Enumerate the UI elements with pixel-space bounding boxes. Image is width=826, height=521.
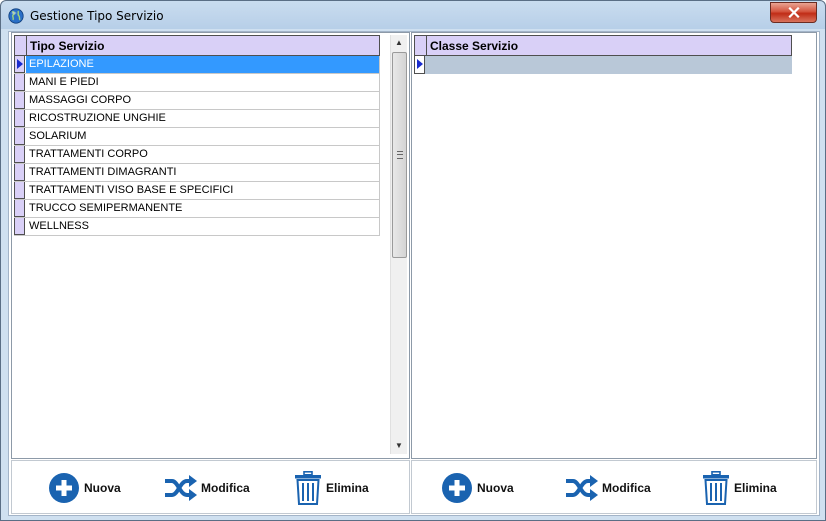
nuova-button[interactable]: Nuova — [441, 471, 514, 505]
row-cell[interactable]: MASSAGGI CORPO — [26, 92, 380, 109]
table-row[interactable]: RICOSTRUZIONE UNGHIE — [14, 110, 380, 128]
modifica-button[interactable]: Modifica — [564, 471, 651, 505]
modifica-button[interactable]: Modifica — [163, 471, 250, 505]
nuova-label: Nuova — [477, 481, 514, 495]
row-header[interactable] — [14, 182, 25, 199]
table-row[interactable]: TRATTAMENTI DIMAGRANTI — [14, 164, 380, 182]
trash-icon — [295, 471, 321, 505]
trash-icon — [703, 471, 729, 505]
row-cell[interactable]: WELLNESS — [26, 218, 380, 235]
row-header[interactable] — [414, 56, 425, 74]
table-row[interactable]: EPILAZIONE — [14, 56, 380, 74]
nuova-label: Nuova — [84, 481, 121, 495]
table-row[interactable]: WELLNESS — [14, 218, 380, 236]
scroll-thumb[interactable] — [392, 52, 407, 258]
grip-icon — [397, 151, 403, 159]
row-cell[interactable]: SOLARIUM — [26, 128, 380, 145]
elimina-button[interactable]: Elimina — [702, 471, 777, 505]
scroll-up-button[interactable]: ▲ — [391, 35, 407, 51]
row-cell[interactable]: RICOSTRUZIONE UNGHIE — [26, 110, 380, 127]
new-row[interactable] — [414, 56, 792, 74]
shuffle-icon — [165, 475, 197, 501]
header-rowhead — [415, 36, 427, 55]
scroll-down-button[interactable]: ▼ — [391, 438, 407, 454]
row-header[interactable] — [14, 218, 25, 235]
grid-header: Tipo Servizio — [14, 35, 380, 56]
row-header[interactable] — [14, 200, 25, 217]
row-cell[interactable]: TRATTAMENTI VISO BASE E SPECIFICI — [26, 182, 380, 199]
tipo-servizio-grid[interactable]: Tipo Servizio EPILAZIONE MANI E PIEDI MA… — [11, 32, 410, 459]
column-header-classe-servizio[interactable]: Classe Servizio — [430, 39, 518, 53]
table-row[interactable]: TRATTAMENTI CORPO — [14, 146, 380, 164]
row-header[interactable] — [14, 128, 25, 145]
vertical-scrollbar[interactable]: ▲ ▼ — [390, 35, 407, 454]
classe-servizio-grid[interactable]: Classe Servizio — [411, 32, 817, 459]
row-cell[interactable]: MANI E PIEDI — [26, 74, 380, 91]
left-toolbar: Nuova Modifica Elimina — [11, 460, 410, 514]
row-header[interactable] — [14, 110, 25, 127]
nuova-button[interactable]: Nuova — [48, 471, 121, 505]
table-row[interactable]: SOLARIUM — [14, 128, 380, 146]
elimina-label: Elimina — [326, 481, 369, 495]
modifica-label: Modifica — [201, 481, 250, 495]
title-bar[interactable]: Gestione Tipo Servizio — [1, 1, 825, 31]
row-header[interactable] — [14, 56, 25, 73]
row-cell[interactable]: EPILAZIONE — [26, 56, 380, 73]
table-row[interactable]: TRUCCO SEMIPERMANENTE — [14, 200, 380, 218]
header-rowhead — [15, 36, 27, 55]
right-toolbar: Nuova Modifica Elimina — [411, 460, 817, 514]
table-row[interactable]: MASSAGGI CORPO — [14, 92, 380, 110]
row-cell[interactable]: TRUCCO SEMIPERMANENTE — [26, 200, 380, 217]
grid-header: Classe Servizio — [414, 35, 792, 56]
close-icon — [787, 7, 800, 18]
close-button[interactable] — [770, 2, 817, 23]
table-row[interactable]: TRATTAMENTI VISO BASE E SPECIFICI — [14, 182, 380, 200]
window-title: Gestione Tipo Servizio — [30, 9, 164, 23]
row-cell[interactable]: TRATTAMENTI CORPO — [26, 146, 380, 163]
globe-icon — [8, 8, 24, 24]
plus-icon — [442, 473, 472, 503]
row-header[interactable] — [14, 92, 25, 109]
modifica-label: Modifica — [602, 481, 651, 495]
app-window: Gestione Tipo Servizio Tipo Servizio EPI… — [0, 0, 826, 521]
elimina-button[interactable]: Elimina — [294, 471, 369, 505]
client-area: Tipo Servizio EPILAZIONE MANI E PIEDI MA… — [8, 31, 820, 516]
elimina-label: Elimina — [734, 481, 777, 495]
shuffle-icon — [566, 475, 598, 501]
row-cell[interactable]: TRATTAMENTI DIMAGRANTI — [26, 164, 380, 181]
grid-rows: EPILAZIONE MANI E PIEDI MASSAGGI CORPO R… — [14, 56, 380, 236]
plus-icon — [49, 473, 79, 503]
row-header[interactable] — [14, 146, 25, 163]
row-header[interactable] — [14, 164, 25, 181]
row-pointer-icon — [417, 59, 423, 69]
table-row[interactable]: MANI E PIEDI — [14, 74, 380, 92]
row-header[interactable] — [14, 74, 25, 91]
column-header-tipo-servizio[interactable]: Tipo Servizio — [30, 39, 104, 53]
row-pointer-icon — [17, 59, 23, 69]
